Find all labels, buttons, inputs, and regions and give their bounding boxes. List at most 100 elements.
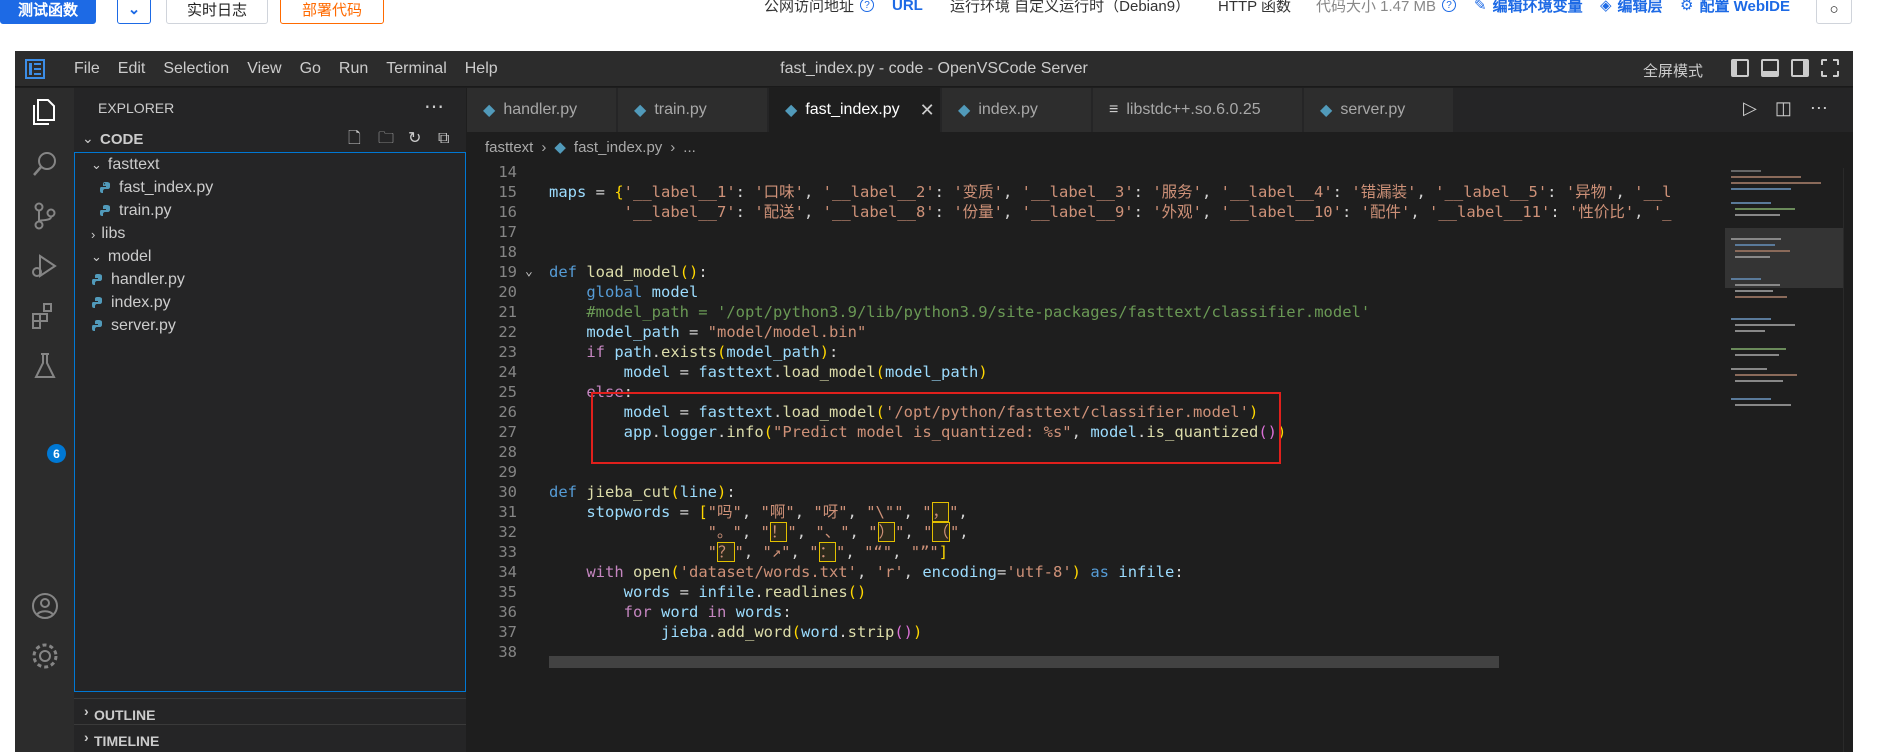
collapse-all-icon[interactable]: ⧉ <box>438 130 456 148</box>
tab-label: fast_index.py <box>805 101 900 118</box>
test-function-button[interactable]: 测试函数 <box>0 0 96 24</box>
tree-folder-libs[interactable]: › libs <box>91 222 125 246</box>
chevron-right-icon: › <box>670 138 676 156</box>
new-file-icon[interactable]: 🗋 <box>348 130 366 148</box>
edit-layer-link[interactable]: ◈ 编辑层 <box>1600 0 1663 16</box>
edit-env-link[interactable]: ✎ 编辑环境变量 <box>1474 0 1583 16</box>
tree-item-label: handler.py <box>111 271 185 288</box>
highlight-box <box>591 392 1281 464</box>
tree-item-label: fast_index.py <box>119 179 214 196</box>
breadcrumb-file[interactable]: fast_index.py <box>574 139 662 156</box>
refresh-button[interactable]: ○ <box>1816 0 1852 24</box>
code-size-info: 代码大小 1.47 MB ? <box>1316 0 1457 16</box>
python-icon <box>100 205 110 216</box>
code-editor[interactable]: 14 15 maps = {'__label__1': '口味', '__labe… <box>467 163 1721 752</box>
http-fn-label: HTTP 函数 <box>1218 0 1292 15</box>
runtime-info: 运行环境 自定义运行时（Debian9） <box>950 0 1190 16</box>
horizontal-scrollbar[interactable] <box>549 656 1499 668</box>
public-url-label: 公网访问地址 <box>764 0 855 15</box>
tree-item-label: server.py <box>111 317 176 334</box>
extensions-badge: 6 <box>47 444 66 463</box>
workspace-root[interactable]: ⌄ CODE 🗋 🗀 ↻ ⧉ <box>74 128 466 152</box>
vertical-scrollbar[interactable] <box>1843 168 1853 752</box>
chevron-down-icon: ⌄ <box>91 157 102 172</box>
timeline-section[interactable]: › TIMELINE <box>74 724 466 750</box>
tab-libstdc[interactable]: ≡ libstdc++.so.6.0.25 <box>1093 88 1303 132</box>
breadcrumb: fasttext › ◆ fast_index.py › ... <box>485 138 696 157</box>
outline-label: › OUTLINE <box>84 703 156 723</box>
tab-server[interactable]: ◆ server.py <box>1304 88 1454 132</box>
test-dropdown-button[interactable]: ⌄ <box>117 0 151 24</box>
customize-layout-icon[interactable] <box>1821 59 1839 77</box>
title-bar: File Edit Selection View Go Run Terminal… <box>15 51 1853 87</box>
explorer-icon[interactable] <box>29 96 61 128</box>
tree-item-label: model <box>107 248 152 265</box>
edit-env-label[interactable]: 编辑环境变量 <box>1493 0 1583 16</box>
fullscreen-button[interactable]: 全屏模式 <box>1643 60 1703 81</box>
close-tab-icon[interactable]: ✕ <box>920 100 935 121</box>
toggle-panel-icon[interactable] <box>1761 59 1779 77</box>
python-icon <box>92 320 102 331</box>
code-size-label: 代码大小 1.47 MB <box>1316 0 1437 15</box>
python-icon: ◆ <box>1320 102 1333 119</box>
edit-env-icon: ✎ <box>1474 0 1487 14</box>
new-folder-icon[interactable]: 🗀 <box>378 130 396 148</box>
help-icon[interactable]: ? <box>860 0 875 12</box>
tree-folder-model[interactable]: ⌄ model <box>91 245 151 269</box>
breadcrumb-symbol[interactable]: ... <box>683 139 696 156</box>
search-icon[interactable] <box>29 148 61 180</box>
line-number: 38 <box>498 643 517 661</box>
tab-label: train.py <box>654 101 707 118</box>
toggle-secondary-sidebar-icon[interactable] <box>1791 59 1809 77</box>
url-link[interactable]: URL <box>892 0 923 14</box>
config-webide-link[interactable]: ⚙ 配置 WebIDE <box>1680 0 1790 16</box>
chevron-down-icon: ⌄ <box>91 249 102 264</box>
editor-area: ◆ handler.py ◆ train.py ◆ fast_index.py ✕ ◆ i… <box>467 88 1853 752</box>
tree-file-index[interactable]: index.py <box>91 291 171 315</box>
outline-title: OUTLINE <box>94 707 156 723</box>
tree-file-train[interactable]: train.py <box>99 199 171 223</box>
editor-actions: ▷ ◫ ⋯ <box>1743 98 1828 119</box>
refresh-icon[interactable]: ↻ <box>408 130 426 148</box>
editor-tabs: ◆ handler.py ◆ train.py ◆ fast_index.py ✕ ◆ i… <box>467 88 1853 132</box>
outline-section[interactable]: › OUTLINE <box>74 698 466 724</box>
tab-index[interactable]: ◆ index.py <box>942 88 1092 132</box>
public-url-info: 公网访问地址 ? URL <box>764 0 923 16</box>
explorer-title: EXPLORER <box>98 100 175 116</box>
tab-fast-index[interactable]: ◆ fast_index.py ✕ <box>769 88 941 132</box>
source-control-icon[interactable] <box>29 200 61 232</box>
toggle-sidebar-icon[interactable] <box>1731 59 1749 77</box>
testing-icon[interactable] <box>29 350 61 382</box>
runtime-label: 运行环境 自定义运行时（Debian9） <box>950 0 1191 15</box>
tree-folder-fasttext[interactable]: ⌄ fasttext <box>91 153 159 177</box>
tree-item-label: fasttext <box>107 156 160 173</box>
account-icon[interactable] <box>29 590 61 622</box>
more-actions-icon[interactable]: ⋯ <box>1810 98 1828 119</box>
console-toolbar: 测试函数 ⌄ 实时日志 部署代码 公网访问地址 ? URL 运行环境 自定义运行… <box>0 0 1878 50</box>
split-editor-icon[interactable]: ◫ <box>1775 98 1792 119</box>
extensions-icon[interactable] <box>29 300 61 332</box>
tab-handler[interactable]: ◆ handler.py <box>467 88 617 132</box>
realtime-log-button[interactable]: 实时日志 <box>166 0 268 24</box>
edit-layer-label[interactable]: 编辑层 <box>1618 0 1663 16</box>
chevron-right-icon: › <box>541 138 547 156</box>
chevron-right-icon: › <box>91 226 96 242</box>
tab-label: handler.py <box>503 101 578 118</box>
minimap[interactable] <box>1725 168 1843 752</box>
chevron-down-icon: ⌄ <box>127 1 141 18</box>
deploy-code-button[interactable]: 部署代码 <box>280 0 384 24</box>
tree-file-fast-index[interactable]: fast_index.py <box>99 176 213 200</box>
run-icon[interactable]: ▷ <box>1743 98 1757 119</box>
timeline-label: › TIMELINE <box>84 729 160 749</box>
python-icon: ◆ <box>483 102 496 119</box>
settings-gear-icon[interactable] <box>29 640 61 672</box>
config-webide-label[interactable]: 配置 WebIDE <box>1699 0 1790 16</box>
more-actions-icon[interactable]: ⋯ <box>424 94 444 119</box>
breadcrumb-folder[interactable]: fasttext <box>485 139 533 156</box>
help-icon[interactable]: ? <box>1442 0 1457 12</box>
tab-train[interactable]: ◆ train.py <box>618 88 768 132</box>
tree-file-handler[interactable]: handler.py <box>91 268 185 292</box>
python-icon: ◆ <box>554 139 566 156</box>
tree-file-server[interactable]: server.py <box>91 314 176 338</box>
run-debug-icon[interactable] <box>29 250 61 282</box>
